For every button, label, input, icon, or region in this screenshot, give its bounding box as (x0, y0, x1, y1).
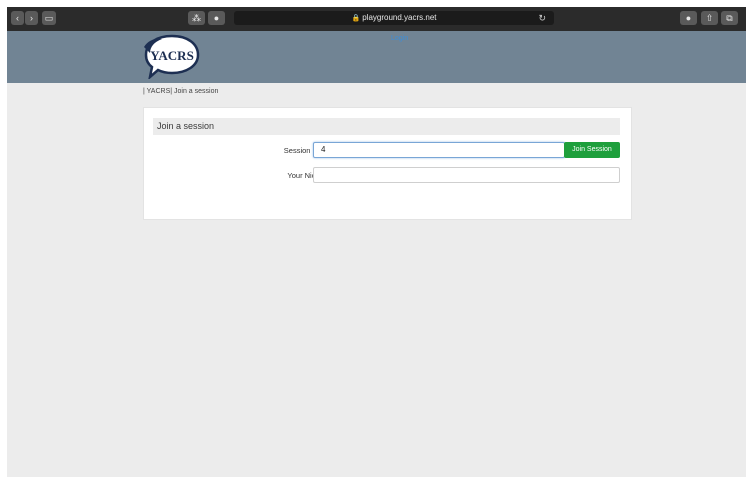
privacy-icon[interactable]: ● (208, 11, 225, 25)
breadcrumb: | YACRS| Join a session (143, 88, 219, 95)
reload-icon[interactable]: ↻ (538, 11, 546, 25)
site-header: YACRS Login (7, 31, 746, 83)
nickname-input[interactable] (313, 167, 620, 183)
session-number-input[interactable]: 4 (313, 142, 565, 158)
tabs-icon[interactable]: ⧉ (721, 11, 738, 25)
browser-window: ‹ › ▭ ⁂ ● 🔒 playground.yacrs.net ↻ ● ⇧ ⧉ … (7, 7, 746, 477)
yacrs-logo[interactable]: YACRS (140, 33, 202, 79)
address-bar[interactable]: 🔒 playground.yacrs.net ↻ (234, 11, 554, 25)
card-title: Join a session (153, 118, 620, 135)
url-text: playground.yacrs.net (362, 13, 437, 22)
share-icon[interactable]: ⇧ (701, 11, 718, 25)
extension-icon[interactable]: ⁂ (188, 11, 205, 25)
sidebar-toggle-icon[interactable]: ▭ (42, 11, 56, 25)
forward-button[interactable]: › (25, 11, 38, 25)
login-link[interactable]: Login (391, 35, 408, 42)
browser-toolbar: ‹ › ▭ ⁂ ● 🔒 playground.yacrs.net ↻ ● ⇧ ⧉ (7, 7, 746, 31)
logo-text: YACRS (150, 48, 194, 63)
back-button[interactable]: ‹ (11, 11, 24, 25)
join-session-card: Join a session Session number 4 Join Ses… (143, 107, 632, 220)
info-icon[interactable]: ● (680, 11, 697, 25)
lock-icon: 🔒 (351, 15, 361, 22)
join-session-button[interactable]: Join Session (564, 142, 620, 158)
